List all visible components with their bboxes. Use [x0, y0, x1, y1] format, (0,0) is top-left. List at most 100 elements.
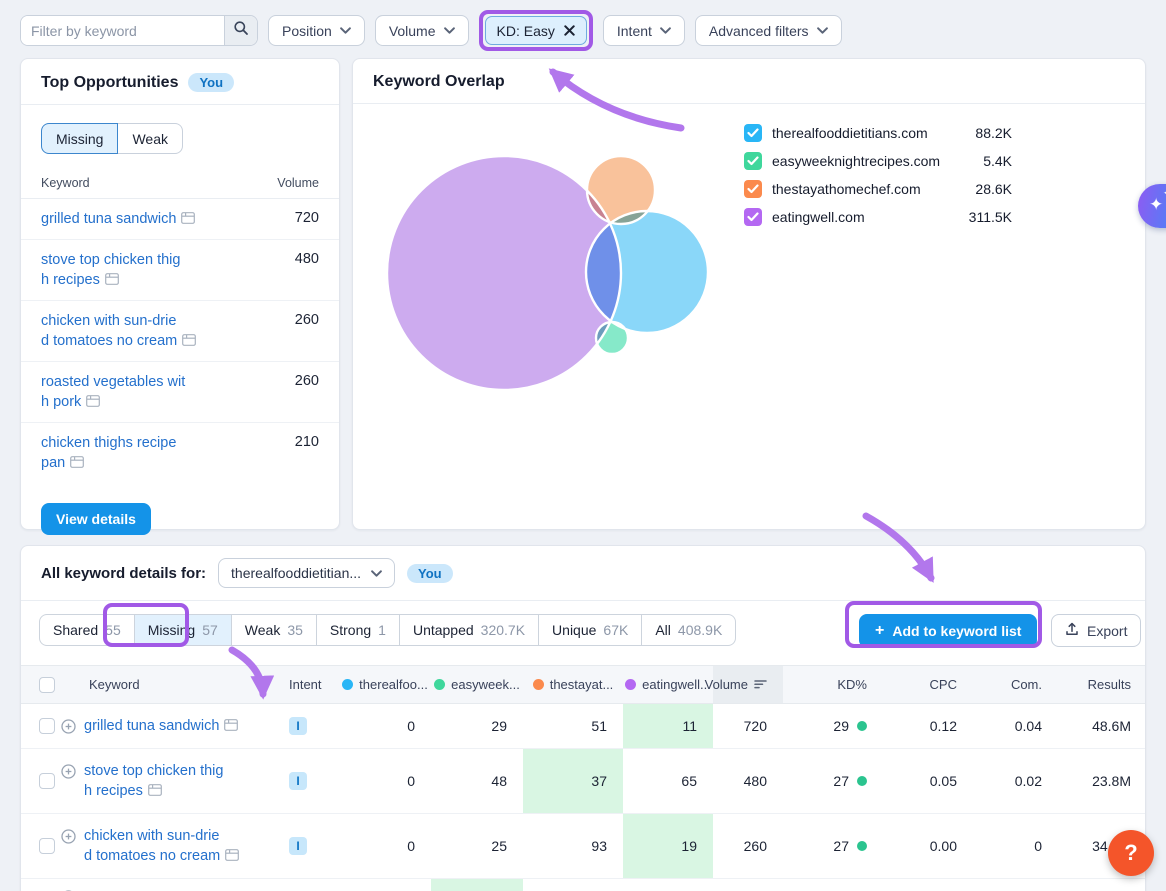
tab-all[interactable]: All408.9K	[641, 615, 735, 645]
tab-unique[interactable]: Unique67K	[538, 615, 641, 645]
serp-features-icon	[181, 212, 195, 224]
tab-strong[interactable]: Strong1	[316, 615, 399, 645]
table-row: stove top chicken thig h recipes I 0 48 …	[21, 749, 1145, 814]
view-details-button[interactable]: View details	[41, 503, 151, 535]
kd-value: 29	[783, 718, 883, 734]
domain-color-dot	[533, 679, 544, 690]
tab-missing[interactable]: Missing	[41, 123, 118, 154]
keyword-type-tabs: Shared55 Missing57 Weak35 Strong1 Untapp…	[39, 614, 736, 646]
list-item: roasted vegetables wit h pork 260	[21, 362, 339, 423]
keyword-link[interactable]: chicken thighs recipe pan	[41, 433, 176, 473]
position-value-highlighted: 11	[623, 704, 713, 748]
keyword-link[interactable]: chicken with sun-drie d tomatoes no crea…	[41, 311, 196, 351]
keyword-link[interactable]: stove top chicken thig h recipes	[84, 761, 223, 801]
tab-weak[interactable]: Weak35	[231, 615, 316, 645]
kd-filter-chip[interactable]: KD: Easy	[485, 16, 587, 45]
legend-domain: eatingwell.com	[772, 209, 956, 225]
tab-untapped[interactable]: Untapped320.7K	[399, 615, 538, 645]
list-item: stove top chicken thig h recipes 480	[21, 240, 339, 301]
top-opportunities-card: Top Opportunities You Missing Weak Keywo…	[20, 58, 340, 530]
keyword-link[interactable]: grilled tuna sandwich	[41, 209, 195, 229]
tab-missing[interactable]: Missing57	[134, 615, 231, 645]
chevron-down-icon	[817, 27, 828, 34]
chevron-down-icon	[444, 27, 455, 34]
domain-checkbox-checked[interactable]	[744, 208, 762, 226]
sort-descending-icon	[754, 677, 767, 692]
serp-features-icon	[182, 334, 196, 346]
search-icon	[233, 20, 249, 41]
legend-item: thestayathomechef.com 28.6K	[744, 175, 1012, 203]
select-all-checkbox[interactable]	[39, 677, 55, 693]
serp-features-icon	[70, 456, 84, 468]
column-header-competitor: therealfoo...	[339, 677, 431, 692]
column-header-intent: Intent	[289, 677, 339, 692]
expand-keyword-icon[interactable]	[61, 764, 76, 779]
column-header-volume: Volume	[277, 176, 319, 190]
advanced-filters-label: Advanced filters	[709, 23, 809, 39]
row-checkbox[interactable]	[39, 838, 55, 854]
venn-legend: therealfooddietitians.com 88.2K easyweek…	[744, 119, 1012, 231]
tab-shared[interactable]: Shared55	[40, 615, 134, 645]
com-value: 0	[973, 838, 1058, 854]
top-opportunities-title: Top Opportunities	[41, 74, 178, 92]
remove-kd-filter-icon[interactable]	[564, 25, 575, 36]
volume-filter-dropdown[interactable]: Volume	[375, 15, 469, 46]
column-header-com: Com.	[973, 677, 1058, 692]
chevron-down-icon	[340, 27, 351, 34]
serp-features-icon	[224, 719, 238, 731]
expand-keyword-icon[interactable]	[61, 829, 76, 844]
plus-icon: +	[875, 622, 884, 640]
legend-domain: thestayathomechef.com	[772, 181, 956, 197]
table-row-partial	[21, 879, 1145, 891]
row-checkbox[interactable]	[39, 718, 55, 734]
position-filter-dropdown[interactable]: Position	[268, 15, 365, 46]
domain-selector-value: therealfooddietitian...	[231, 565, 361, 581]
keyword-filter-input[interactable]	[21, 16, 224, 45]
help-button[interactable]: ?	[1108, 830, 1154, 876]
position-filter-label: Position	[282, 23, 332, 39]
legend-item: therealfooddietitians.com 88.2K	[744, 119, 1012, 147]
list-item: grilled tuna sandwich 720	[21, 199, 339, 240]
column-header-volume-sortable[interactable]: Volume	[713, 666, 783, 703]
column-header-results: Results	[1058, 677, 1147, 692]
intent-filter-dropdown[interactable]: Intent	[603, 15, 685, 46]
details-heading: All keyword details for:	[41, 565, 206, 582]
tab-weak[interactable]: Weak	[118, 123, 183, 154]
advanced-filters-dropdown[interactable]: Advanced filters	[695, 15, 842, 46]
keyword-overlap-venn-diagram[interactable]	[353, 103, 773, 523]
keyword-link[interactable]: roasted vegetables wit h pork	[41, 372, 185, 412]
add-to-keyword-list-button[interactable]: + Add to keyword list	[859, 614, 1037, 648]
domain-selector-dropdown[interactable]: therealfooddietitian...	[218, 558, 395, 588]
column-header-cpc: CPC	[883, 677, 973, 692]
table-row: chicken with sun-drie d tomatoes no crea…	[21, 814, 1145, 879]
legend-value: 5.4K	[966, 153, 1012, 169]
domain-checkbox-checked[interactable]	[744, 124, 762, 142]
legend-value: 311.5K	[966, 209, 1012, 225]
kd-easy-dot	[857, 776, 867, 786]
export-icon	[1065, 622, 1079, 639]
expand-keyword-icon[interactable]	[61, 719, 76, 734]
domain-checkbox-checked[interactable]	[744, 180, 762, 198]
legend-value: 88.2K	[966, 125, 1012, 141]
volume-value: 480	[713, 773, 783, 789]
domain-color-dot	[625, 679, 636, 690]
keyword-link[interactable]: stove top chicken thig h recipes	[41, 250, 180, 290]
export-button[interactable]: Export	[1051, 614, 1141, 647]
keyword-volume: 210	[295, 433, 319, 473]
com-value: 0.04	[973, 718, 1058, 734]
kd-filter-annotation-box: KD: Easy	[479, 10, 593, 51]
keyword-filter	[20, 15, 258, 46]
domain-checkbox-checked[interactable]	[744, 152, 762, 170]
keyword-overlap-card: Keyword Overlap therealfooddietitians.co…	[352, 58, 1146, 530]
keyword-link[interactable]: chicken with sun-drie d tomatoes no crea…	[84, 826, 239, 866]
column-header-competitor: easyweek...	[431, 677, 523, 692]
kd-easy-dot	[857, 841, 867, 851]
intent-filter-label: Intent	[617, 23, 652, 39]
kd-value: 27	[783, 773, 883, 789]
search-button[interactable]	[224, 16, 257, 45]
kd-value: 27	[783, 838, 883, 854]
legend-item: eatingwell.com 311.5K	[744, 203, 1012, 231]
keyword-link[interactable]: grilled tuna sandwich	[84, 716, 238, 736]
row-checkbox[interactable]	[39, 773, 55, 789]
intent-badge-informational: I	[289, 837, 307, 855]
